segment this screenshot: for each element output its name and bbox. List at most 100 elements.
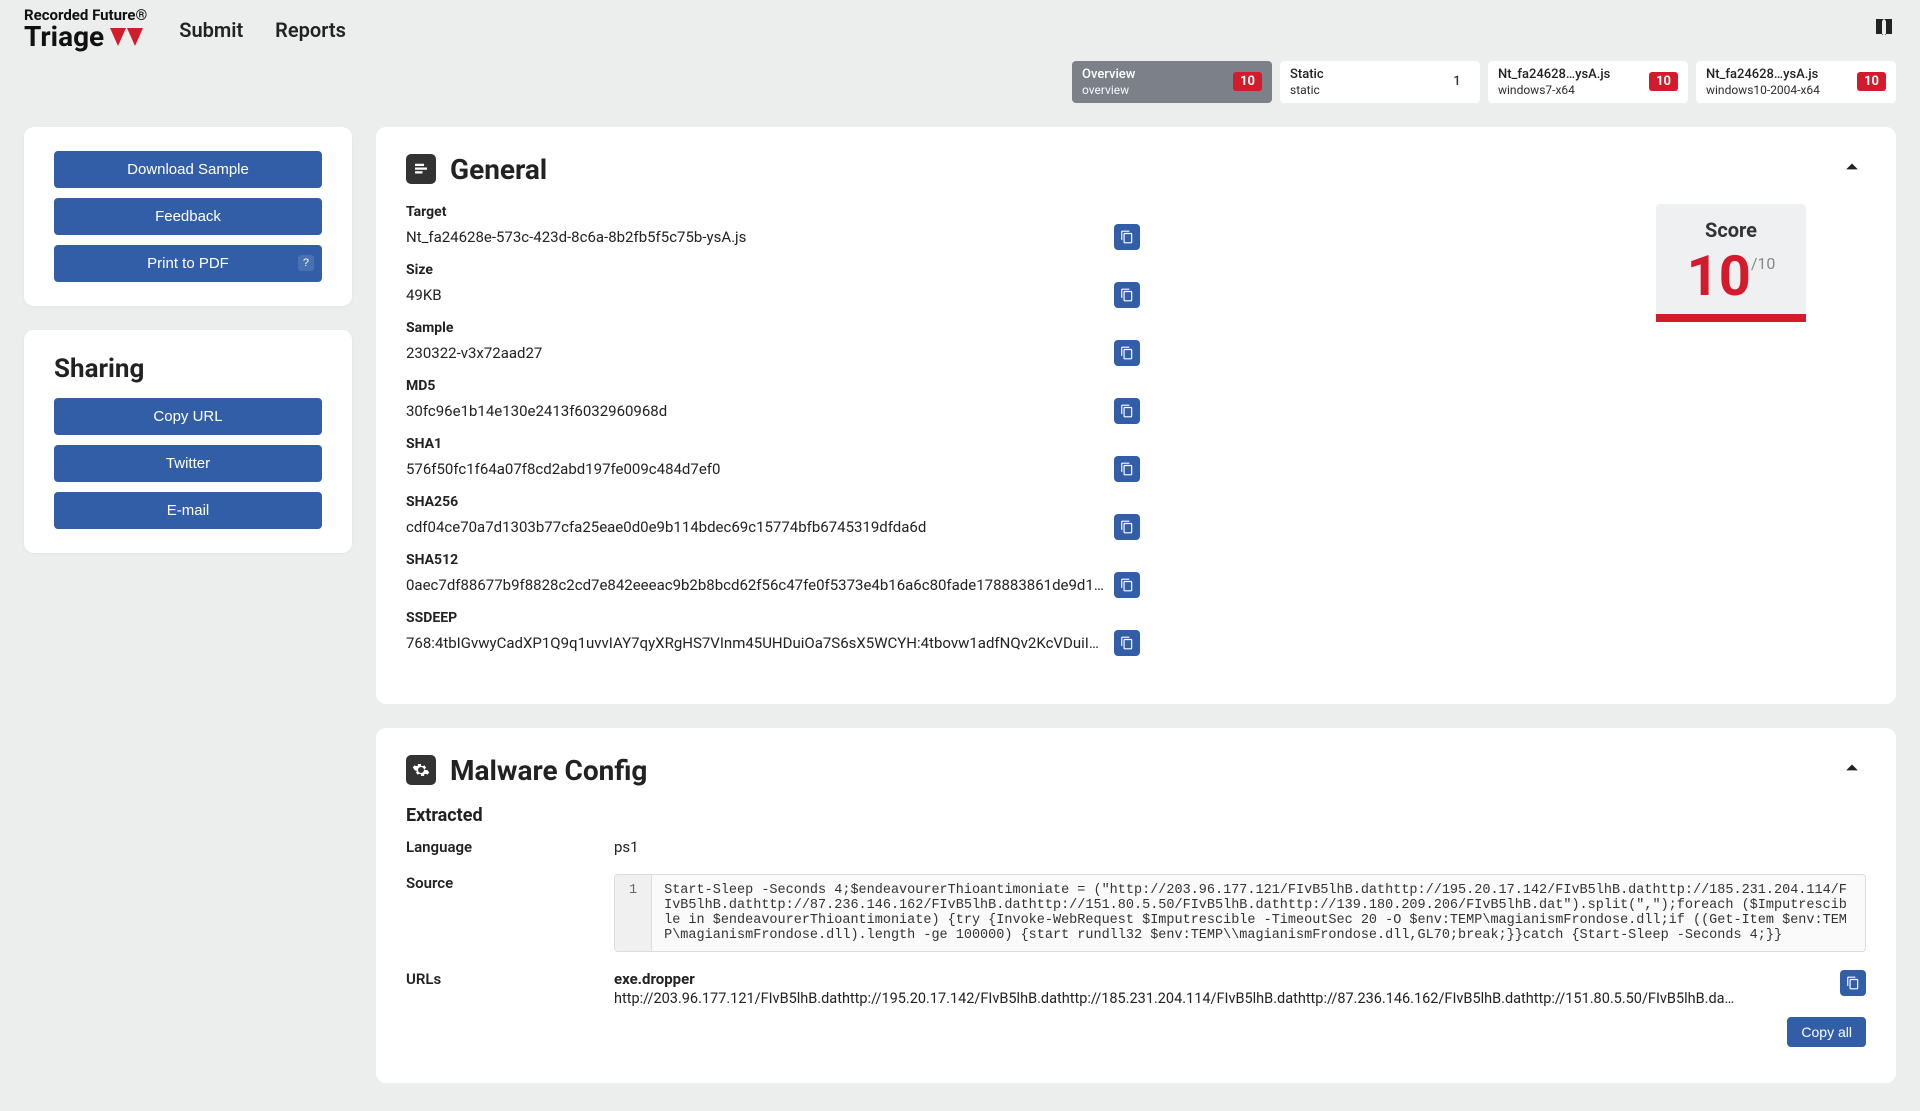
tab-title: Nt_fa24628…ysA.js bbox=[1706, 67, 1820, 83]
extracted-title: Extracted bbox=[406, 805, 1866, 826]
sharing-title: Sharing bbox=[54, 354, 322, 384]
logo-line2: Triage bbox=[24, 23, 147, 51]
header: Recorded Future® Triage Submit Reports bbox=[0, 0, 1920, 51]
sidebar: Download Sample Feedback Print to PDF ? … bbox=[24, 127, 352, 553]
copy-all-button[interactable]: Copy all bbox=[1787, 1017, 1866, 1047]
tab-win7[interactable]: Nt_fa24628…ysA.js windows7-x64 10 bbox=[1488, 61, 1688, 103]
tab-subtitle: windows10-2004-x64 bbox=[1706, 83, 1820, 97]
copy-icon[interactable] bbox=[1840, 970, 1866, 996]
section-header: Malware Config bbox=[406, 754, 1866, 787]
logo-text: Triage bbox=[24, 23, 104, 51]
docs-icon[interactable] bbox=[1872, 16, 1896, 44]
tab-overview[interactable]: Overview overview 10 bbox=[1072, 61, 1272, 103]
kv-size: Size 49KB bbox=[406, 262, 1140, 308]
kv-value: 768:4tbIGvwyCadXP1Q9q1uvvIAY7qyXRgHS7VIn… bbox=[406, 634, 1106, 652]
urls-block: exe.dropper http://203.96.177.121/FIvB5l… bbox=[614, 970, 1866, 1007]
kv-label: SHA512 bbox=[406, 552, 1140, 568]
print-pdf-key: ? bbox=[298, 255, 314, 271]
tab-subtitle: windows7-x64 bbox=[1498, 83, 1610, 97]
kv-label: MD5 bbox=[406, 378, 1140, 394]
source-label: Source bbox=[406, 874, 606, 892]
language-value: ps1 bbox=[614, 838, 1866, 856]
kv-value: 576f50fc1f64a07f8cd2abd197fe009c484d7ef0 bbox=[406, 460, 1106, 478]
copy-url-button[interactable]: Copy URL bbox=[54, 398, 322, 435]
email-button[interactable]: E-mail bbox=[54, 492, 322, 529]
code-line-number: 1 bbox=[615, 875, 652, 951]
kv-sha512: SHA512 0aec7df88677b9f8828c2cd7e842eeeac… bbox=[406, 552, 1140, 598]
kv-value: 230322-v3x72aad27 bbox=[406, 344, 1106, 362]
kv-list: Target Nt_fa24628e-573c-423d-8c6a-8b2fb5… bbox=[406, 204, 1140, 668]
urls-title: exe.dropper bbox=[614, 970, 1826, 988]
malware-title-text: Malware Config bbox=[450, 754, 647, 787]
download-sample-button[interactable]: Download Sample bbox=[54, 151, 322, 188]
tab-static[interactable]: Static static 1 bbox=[1280, 61, 1480, 103]
malware-config-section: Malware Config Extracted Language ps1 So… bbox=[376, 728, 1896, 1083]
sharing-card: Sharing Copy URL Twitter E-mail bbox=[24, 330, 352, 553]
copyall-row: Copy all bbox=[406, 1017, 1866, 1047]
kv-value: 30fc96e1b14e130e2413f6032960968d bbox=[406, 402, 1106, 420]
feedback-button[interactable]: Feedback bbox=[54, 198, 322, 235]
score-badge: 10 bbox=[1857, 72, 1886, 91]
score-badge: 1 bbox=[1444, 72, 1470, 91]
score-value: 10 bbox=[1687, 248, 1751, 304]
header-right bbox=[1872, 16, 1896, 44]
urls-text: exe.dropper http://203.96.177.121/FIvB5l… bbox=[614, 970, 1826, 1007]
section-header: General bbox=[406, 153, 1866, 186]
urls-label: URLs bbox=[406, 970, 606, 988]
copy-icon[interactable] bbox=[1114, 572, 1140, 598]
nav-reports[interactable]: Reports bbox=[275, 18, 346, 42]
tab-win10[interactable]: Nt_fa24628…ysA.js windows10-2004-x64 10 bbox=[1696, 61, 1896, 103]
copy-icon[interactable] bbox=[1114, 224, 1140, 250]
copy-icon[interactable] bbox=[1114, 514, 1140, 540]
kv-label: SHA256 bbox=[406, 494, 1140, 510]
general-body: Target Nt_fa24628e-573c-423d-8c6a-8b2fb5… bbox=[406, 204, 1866, 668]
general-icon bbox=[406, 154, 436, 184]
tab-text: Static static bbox=[1290, 67, 1324, 97]
config-grid: Language ps1 Source 1 Start-Sleep -Secon… bbox=[406, 838, 1866, 1007]
tab-title: Overview bbox=[1082, 67, 1135, 83]
kv-md5: MD5 30fc96e1b14e130e2413f6032960968d bbox=[406, 378, 1140, 424]
tabs-row: Overview overview 10 Static static 1 Nt_… bbox=[0, 51, 1920, 103]
general-title-text: General bbox=[450, 153, 547, 186]
collapse-icon[interactable] bbox=[1838, 754, 1866, 786]
kv-value: 49KB bbox=[406, 286, 1106, 304]
header-left: Recorded Future® Triage Submit Reports bbox=[24, 8, 346, 51]
code-content: Start-Sleep -Seconds 4;$endeavourerThioa… bbox=[652, 875, 1865, 951]
score-badge: 10 bbox=[1649, 72, 1678, 91]
kv-sample: Sample 230322-v3x72aad27 bbox=[406, 320, 1140, 366]
score-box: Score 10/10 bbox=[1656, 204, 1806, 314]
score-label: Score bbox=[1666, 218, 1796, 242]
copy-icon[interactable] bbox=[1114, 630, 1140, 656]
layout: Download Sample Feedback Print to PDF ? … bbox=[0, 103, 1920, 1107]
main: General Target Nt_fa24628e-573c-423d-8c6… bbox=[376, 127, 1896, 1083]
kv-target: Target Nt_fa24628e-573c-423d-8c6a-8b2fb5… bbox=[406, 204, 1140, 250]
language-label: Language bbox=[406, 838, 606, 856]
kv-value: Nt_fa24628e-573c-423d-8c6a-8b2fb5f5c75b-… bbox=[406, 228, 1106, 246]
copy-icon[interactable] bbox=[1114, 282, 1140, 308]
score-badge: 10 bbox=[1233, 72, 1262, 91]
general-title: General bbox=[406, 153, 547, 186]
tab-title: Static bbox=[1290, 67, 1324, 83]
source-code-block[interactable]: 1 Start-Sleep -Seconds 4;$endeavourerThi… bbox=[614, 874, 1866, 952]
twitter-button[interactable]: Twitter bbox=[54, 445, 322, 482]
kv-value: 0aec7df88677b9f8828c2cd7e842eeeac9b2b8bc… bbox=[406, 576, 1106, 594]
copy-icon[interactable] bbox=[1114, 456, 1140, 482]
logo[interactable]: Recorded Future® Triage bbox=[24, 8, 147, 51]
nav-submit[interactable]: Submit bbox=[179, 18, 243, 42]
print-pdf-label: Print to PDF bbox=[147, 255, 229, 272]
general-section: General Target Nt_fa24628e-573c-423d-8c6… bbox=[376, 127, 1896, 704]
logo-mark-icon bbox=[110, 28, 143, 46]
urls-value: http://203.96.177.121/FIvB5lhB.dathttp:/… bbox=[614, 990, 1744, 1007]
kv-ssdeep: SSDEEP 768:4tbIGvwyCadXP1Q9q1uvvIAY7qyXR… bbox=[406, 610, 1140, 656]
print-pdf-button[interactable]: Print to PDF ? bbox=[54, 245, 322, 282]
copy-icon[interactable] bbox=[1114, 340, 1140, 366]
tab-subtitle: static bbox=[1290, 83, 1324, 97]
actions-card: Download Sample Feedback Print to PDF ? bbox=[24, 127, 352, 306]
collapse-icon[interactable] bbox=[1838, 153, 1866, 185]
tab-text: Overview overview bbox=[1082, 67, 1135, 97]
copy-icon[interactable] bbox=[1114, 398, 1140, 424]
config-icon bbox=[406, 755, 436, 785]
tab-title: Nt_fa24628…ysA.js bbox=[1498, 67, 1610, 83]
kv-sha1: SHA1 576f50fc1f64a07f8cd2abd197fe009c484… bbox=[406, 436, 1140, 482]
score-value-row: 10/10 bbox=[1666, 248, 1796, 304]
